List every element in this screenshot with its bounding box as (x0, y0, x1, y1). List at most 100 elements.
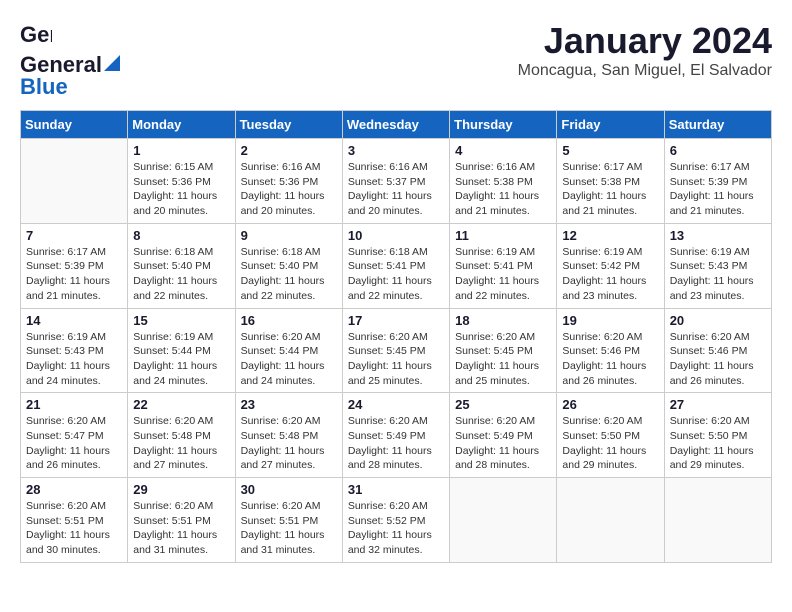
location-subtitle: Moncagua, San Miguel, El Salvador (518, 62, 772, 80)
calendar-cell: 9Sunrise: 6:18 AMSunset: 5:40 PMDaylight… (235, 223, 342, 308)
calendar-cell: 12 Sunrise: 6:19 AMSunset: 5:42 PMDayligh… (557, 223, 664, 308)
calendar-cell: 21Sunrise: 6:20 AMSunset: 5:47 PMDayligh… (21, 393, 128, 478)
cell-content: Sunrise: 6:20 AMSunset: 5:49 PMDaylight:… (348, 414, 444, 473)
day-number: 1 (133, 143, 229, 158)
cell-content: Sunrise: 6:20 AMSunset: 5:51 PMDaylight:… (133, 499, 229, 558)
day-number: 30 (241, 482, 337, 497)
logo-icon: General (20, 20, 52, 52)
cell-content: Sunrise: 6:20 AMSunset: 5:48 PMDaylight:… (241, 414, 337, 473)
cell-content: Sunrise: 6:20 AMSunset: 5:45 PMDaylight:… (348, 330, 444, 389)
cell-content: Sunrise: 6:20 AMSunset: 5:52 PMDaylight:… (348, 499, 444, 558)
cell-content: Sunrise: 6:17 AMSunset: 5:38 PMDaylight:… (562, 160, 658, 219)
day-number: 2 (241, 143, 337, 158)
calendar-cell: 6 Sunrise: 6:17 AMSunset: 5:39 PMDaylight… (664, 139, 771, 224)
cell-content: Sunrise: 6:16 AMSunset: 5:37 PMDaylight:… (348, 160, 444, 219)
day-number: 13 (670, 228, 766, 243)
day-number: 27 (670, 397, 766, 412)
cell-content: Sunrise: 6:16 AMSunset: 5:36 PMDaylight:… (241, 160, 337, 219)
day-number: 25 (455, 397, 551, 412)
calendar-cell: 15 Sunrise: 6:19 AMSunset: 5:44 PMDayligh… (128, 308, 235, 393)
calendar-cell: 20Sunrise: 6:20 AMSunset: 5:46 PMDayligh… (664, 308, 771, 393)
calendar-cell (664, 478, 771, 563)
cell-content: Sunrise: 6:20 AMSunset: 5:46 PMDaylight:… (562, 330, 658, 389)
calendar-cell: 24Sunrise: 6:20 AMSunset: 5:49 PMDayligh… (342, 393, 449, 478)
calendar-cell: 25 Sunrise: 6:20 AMSunset: 5:49 PMDayligh… (450, 393, 557, 478)
calendar-cell: 3 Sunrise: 6:16 AMSunset: 5:37 PMDaylight… (342, 139, 449, 224)
day-number: 8 (133, 228, 229, 243)
day-number: 31 (348, 482, 444, 497)
day-number: 14 (26, 313, 122, 328)
calendar-cell (21, 139, 128, 224)
calendar-week-row: 1Sunrise: 6:15 AMSunset: 5:36 PMDaylight… (21, 139, 772, 224)
cell-content: Sunrise: 6:17 AMSunset: 5:39 PMDaylight:… (670, 160, 766, 219)
day-number: 22 (133, 397, 229, 412)
day-number: 6 (670, 143, 766, 158)
calendar-cell: 17 Sunrise: 6:20 AMSunset: 5:45 PMDayligh… (342, 308, 449, 393)
logo-blue: Blue (20, 74, 68, 100)
column-header-wednesday: Wednesday (342, 111, 449, 139)
cell-content: Sunrise: 6:19 AMSunset: 5:42 PMDaylight:… (562, 245, 658, 304)
calendar-cell: 14 Sunrise: 6:19 AMSunset: 5:43 PMDayligh… (21, 308, 128, 393)
calendar-cell: 22 Sunrise: 6:20 AMSunset: 5:48 PMDayligh… (128, 393, 235, 478)
calendar-cell: 8 Sunrise: 6:18 AMSunset: 5:40 PMDaylight… (128, 223, 235, 308)
day-number: 10 (348, 228, 444, 243)
calendar-cell: 7 Sunrise: 6:17 AMSunset: 5:39 PMDaylight… (21, 223, 128, 308)
day-number: 15 (133, 313, 229, 328)
cell-content: Sunrise: 6:20 AMSunset: 5:45 PMDaylight:… (455, 330, 551, 389)
calendar-cell: 26Sunrise: 6:20 AMSunset: 5:50 PMDayligh… (557, 393, 664, 478)
column-header-friday: Friday (557, 111, 664, 139)
cell-content: Sunrise: 6:19 AMSunset: 5:43 PMDaylight:… (26, 330, 122, 389)
cell-content: Sunrise: 6:17 AMSunset: 5:39 PMDaylight:… (26, 245, 122, 304)
cell-content: Sunrise: 6:20 AMSunset: 5:48 PMDaylight:… (133, 414, 229, 473)
svg-text:General: General (20, 22, 52, 47)
cell-content: Sunrise: 6:20 AMSunset: 5:44 PMDaylight:… (241, 330, 337, 389)
calendar-cell: 4 Sunrise: 6:16 AMSunset: 5:38 PMDaylight… (450, 139, 557, 224)
calendar-week-row: 7 Sunrise: 6:17 AMSunset: 5:39 PMDaylight… (21, 223, 772, 308)
day-number: 4 (455, 143, 551, 158)
day-number: 29 (133, 482, 229, 497)
day-number: 5 (562, 143, 658, 158)
column-header-thursday: Thursday (450, 111, 557, 139)
calendar-week-row: 14 Sunrise: 6:19 AMSunset: 5:43 PMDayligh… (21, 308, 772, 393)
cell-content: Sunrise: 6:19 AMSunset: 5:43 PMDaylight:… (670, 245, 766, 304)
day-number: 9 (241, 228, 337, 243)
calendar-cell: 23Sunrise: 6:20 AMSunset: 5:48 PMDayligh… (235, 393, 342, 478)
calendar-cell: 30Sunrise: 6:20 AMSunset: 5:51 PMDayligh… (235, 478, 342, 563)
day-number: 18 (455, 313, 551, 328)
logo: General General Blue (20, 20, 126, 100)
calendar-cell: 5 Sunrise: 6:17 AMSunset: 5:38 PMDaylight… (557, 139, 664, 224)
calendar-cell: 18 Sunrise: 6:20 AMSunset: 5:45 PMDayligh… (450, 308, 557, 393)
day-number: 7 (26, 228, 122, 243)
calendar-cell: 11Sunrise: 6:19 AMSunset: 5:41 PMDayligh… (450, 223, 557, 308)
cell-content: Sunrise: 6:16 AMSunset: 5:38 PMDaylight:… (455, 160, 551, 219)
calendar-cell (450, 478, 557, 563)
calendar-cell: 10Sunrise: 6:18 AMSunset: 5:41 PMDayligh… (342, 223, 449, 308)
day-number: 16 (241, 313, 337, 328)
calendar-cell (557, 478, 664, 563)
cell-content: Sunrise: 6:19 AMSunset: 5:44 PMDaylight:… (133, 330, 229, 389)
day-number: 12 (562, 228, 658, 243)
column-header-tuesday: Tuesday (235, 111, 342, 139)
calendar-cell: 28Sunrise: 6:20 AMSunset: 5:51 PMDayligh… (21, 478, 128, 563)
title-area: January 2024 Moncagua, San Miguel, El Sa… (518, 20, 772, 80)
month-title: January 2024 (518, 20, 772, 62)
cell-content: Sunrise: 6:18 AMSunset: 5:40 PMDaylight:… (133, 245, 229, 304)
calendar-week-row: 28 Sunrise: 6:20 AMSunset: 5:51 PMDayligh… (21, 478, 772, 563)
day-number: 3 (348, 143, 444, 158)
calendar-week-row: 21Sunrise: 6:20 AMSunset: 5:47 PMDayligh… (21, 393, 772, 478)
calendar-header-row: SundayMondayTuesdayWednesdayThursdayFrid… (21, 111, 772, 139)
day-number: 28 (26, 482, 122, 497)
calendar-cell: 29 Sunrise: 6:20 AMSunset: 5:51 PMDayligh… (128, 478, 235, 563)
calendar-cell: 27Sunrise: 6:20 AMSunset: 5:50 PMDayligh… (664, 393, 771, 478)
calendar-cell: 16 Sunrise: 6:20 AMSunset: 5:44 PMDayligh… (235, 308, 342, 393)
day-number: 17 (348, 313, 444, 328)
calendar-table: SundayMondayTuesdayWednesdayThursdayFrid… (20, 110, 772, 563)
cell-content: Sunrise: 6:20 AMSunset: 5:49 PMDaylight:… (455, 414, 551, 473)
calendar-cell: 19 Sunrise: 6:20 AMSunset: 5:46 PMDayligh… (557, 308, 664, 393)
day-number: 11 (455, 228, 551, 243)
column-header-monday: Monday (128, 111, 235, 139)
day-number: 19 (562, 313, 658, 328)
calendar-cell: 1Sunrise: 6:15 AMSunset: 5:36 PMDaylight… (128, 139, 235, 224)
calendar-cell: 31 Sunrise: 6:20 AMSunset: 5:52 PMDayligh… (342, 478, 449, 563)
day-number: 21 (26, 397, 122, 412)
